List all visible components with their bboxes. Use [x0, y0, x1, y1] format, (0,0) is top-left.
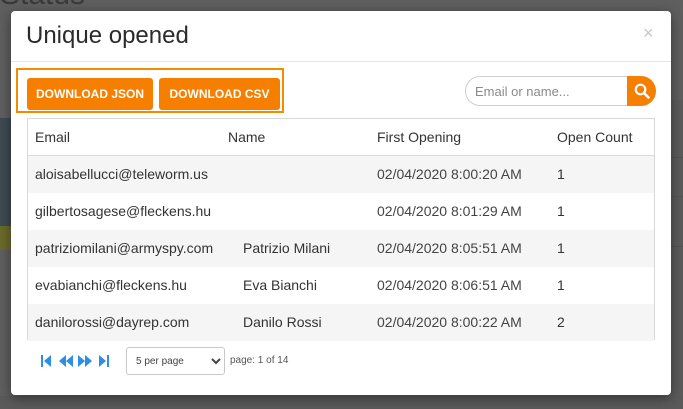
column-header-open-count[interactable]: Open Count: [557, 129, 633, 145]
column-header-email[interactable]: Email: [35, 129, 70, 145]
cell-first-opening: 02/04/2020 8:01:29 AM: [377, 203, 522, 219]
search-input[interactable]: [465, 76, 629, 106]
close-icon[interactable]: ×: [643, 23, 654, 44]
search-icon: [634, 83, 650, 99]
modal-title: Unique opened: [26, 22, 189, 49]
cell-email: patriziomilani@armyspy.com: [35, 240, 214, 256]
per-page-select[interactable]: 5 per page: [126, 347, 225, 375]
first-page-icon[interactable]: [41, 355, 51, 367]
search-box: [465, 76, 656, 106]
cell-name: Patrizio Milani: [243, 240, 331, 256]
search-button[interactable]: [627, 76, 656, 106]
cell-email: danilorossi@dayrep.com: [35, 314, 190, 330]
column-header-first-opening[interactable]: First Opening: [377, 129, 461, 145]
cell-open-count: 1: [557, 203, 565, 219]
cell-first-opening: 02/04/2020 8:06:51 AM: [377, 277, 522, 293]
cell-first-opening: 02/04/2020 8:00:22 AM: [377, 314, 522, 330]
column-header-name[interactable]: Name: [228, 129, 265, 145]
table-row[interactable]: gilbertosagese@fleckens.hu 02/04/2020 8:…: [28, 193, 654, 231]
download-buttons-group: DOWNLOAD JSON DOWNLOAD CSV: [16, 68, 284, 113]
cell-first-opening: 02/04/2020 8:00:20 AM: [377, 166, 522, 182]
cell-open-count: 1: [557, 166, 565, 182]
cell-open-count: 1: [557, 277, 565, 293]
download-json-button[interactable]: DOWNLOAD JSON: [27, 78, 153, 110]
unique-opened-table: Email Name First Opening Open Count aloi…: [27, 118, 655, 341]
table-row[interactable]: danilorossi@dayrep.com Danilo Rossi 02/0…: [28, 304, 654, 341]
cell-open-count: 2: [557, 314, 565, 330]
page-info: page: 1 of 14: [230, 355, 289, 366]
unique-opened-modal: Unique opened × DOWNLOAD JSON DOWNLOAD C…: [11, 11, 671, 395]
cell-name: Danilo Rossi: [243, 314, 322, 330]
header-divider: [11, 61, 671, 62]
pagination: 5 per page page: 1 of 14: [41, 347, 341, 375]
previous-page-icon[interactable]: [59, 355, 73, 367]
next-page-icon[interactable]: [78, 355, 92, 367]
table-row[interactable]: patriziomilani@armyspy.com Patrizio Mila…: [28, 230, 654, 268]
table-row[interactable]: aloisabellucci@teleworm.us 02/04/2020 8:…: [28, 156, 654, 194]
cell-first-opening: 02/04/2020 8:05:51 AM: [377, 240, 522, 256]
table-row[interactable]: evabianchi@fleckens.hu Eva Bianchi 02/04…: [28, 267, 654, 305]
table-header: Email Name First Opening Open Count: [28, 119, 654, 156]
cell-email: aloisabellucci@teleworm.us: [35, 166, 208, 182]
cell-name: Eva Bianchi: [243, 277, 317, 293]
cell-email: evabianchi@fleckens.hu: [35, 277, 187, 293]
background-footer: [0, 396, 683, 409]
download-csv-button[interactable]: DOWNLOAD CSV: [159, 78, 280, 110]
cell-email: gilbertosagese@fleckens.hu: [35, 203, 212, 219]
last-page-icon[interactable]: [99, 355, 109, 367]
cell-open-count: 1: [557, 240, 565, 256]
